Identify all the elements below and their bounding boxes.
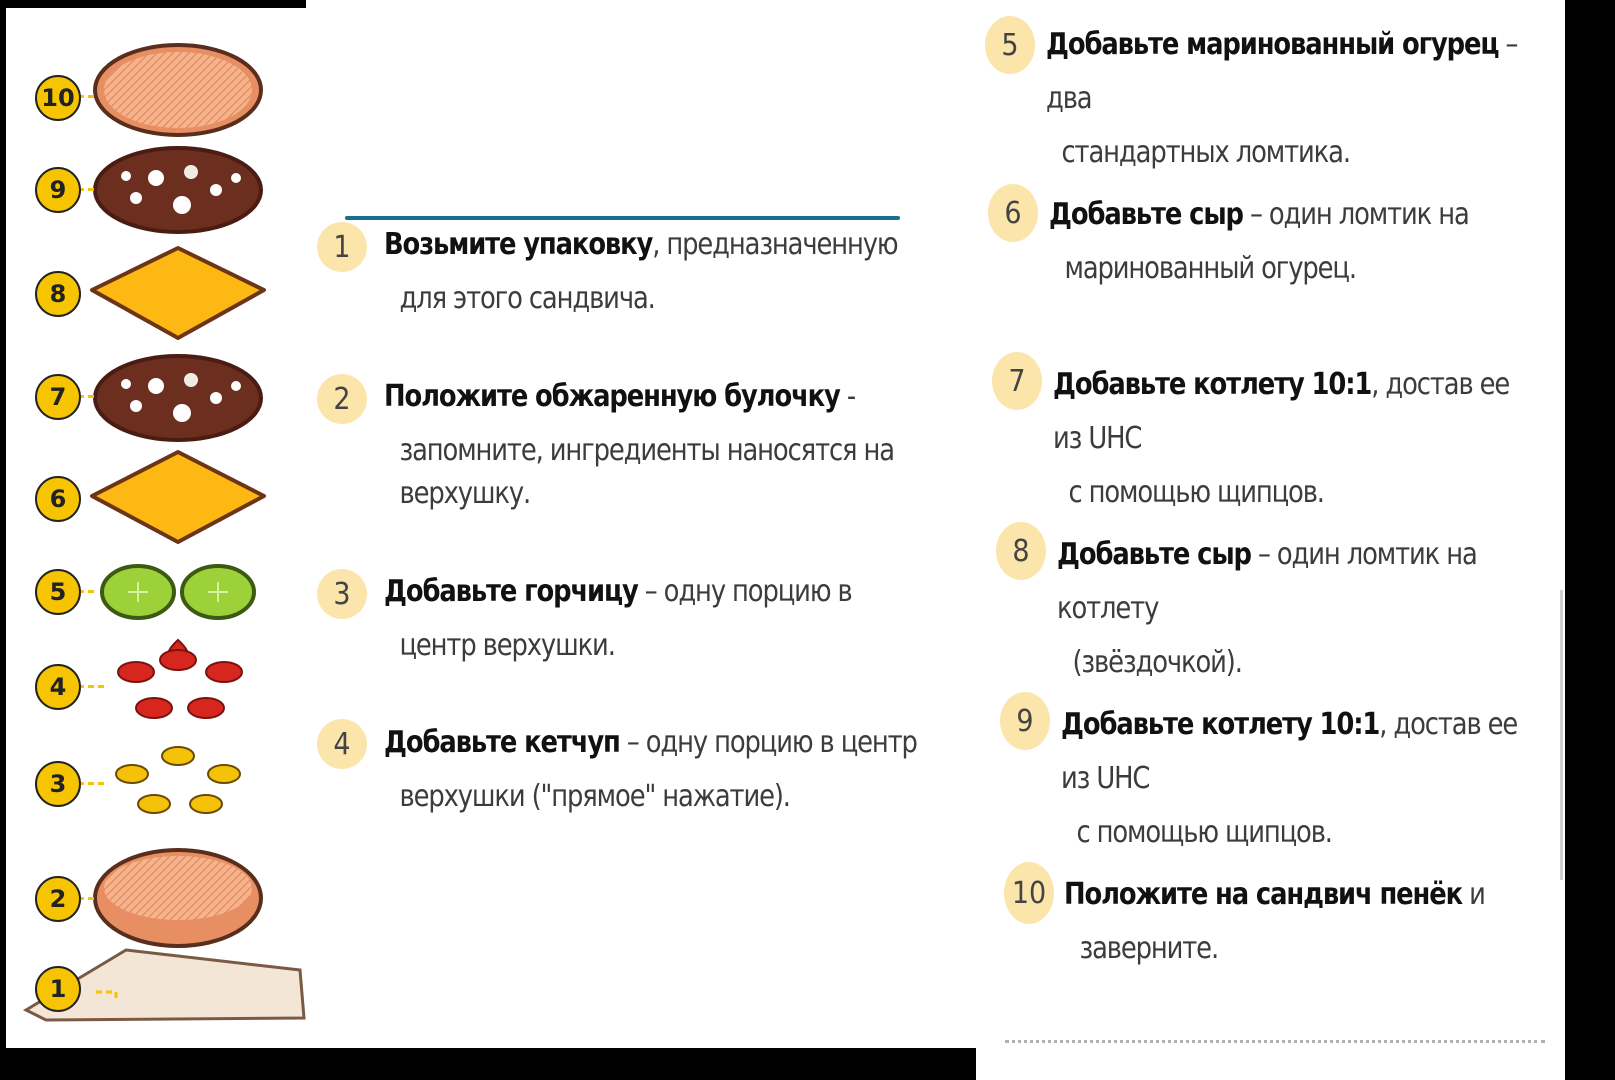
step-2-text-start: - xyxy=(839,379,856,414)
step-10-title: Положите на сандвич пенёк xyxy=(1064,877,1463,912)
step-2-title: Положите обжаренную булочку xyxy=(384,379,841,414)
layer-badge-3: 3 xyxy=(35,761,81,807)
step-1-text-start: , предназначенную xyxy=(652,227,898,262)
layer-badge-1: 1 xyxy=(35,966,81,1012)
step-9-title: Добавьте котлету 10:1 xyxy=(1061,707,1380,742)
patty-illustration-7 xyxy=(93,354,263,442)
dotted-divider xyxy=(1005,1040,1545,1043)
layer-badge-7: 7 xyxy=(35,374,81,420)
step-7-continuation: с помощью щипцов. xyxy=(1068,475,1325,510)
step-8-text: Добавьте сыр – один ломтик на котлету (з… xyxy=(1057,528,1537,690)
layer-badge-6: 6 xyxy=(35,476,81,522)
cheese-illustration-6 xyxy=(90,450,266,544)
step-5-text: Добавьте маринованный огурец – два станд… xyxy=(1046,18,1535,180)
cheese-illustration-8 xyxy=(90,246,266,340)
badge-connector xyxy=(78,685,104,688)
step-8-continuation: (звёздочкой). xyxy=(1072,645,1242,680)
ketchup-illustration xyxy=(117,638,243,719)
step-9-continuation: с помощью щипцов. xyxy=(1076,815,1333,850)
step-5-title: Добавьте маринованный огурец xyxy=(1046,27,1500,62)
step-number-2: 2 xyxy=(317,374,367,424)
layer-badge-5: 5 xyxy=(35,569,81,615)
mustard-illustration xyxy=(115,746,241,814)
step-number-3: 3 xyxy=(317,569,367,619)
step-number-10: 10 xyxy=(1004,862,1054,924)
step-10-text: Положите на сандвич пенёк и заверните. xyxy=(1064,868,1486,976)
step-number-7: 7 xyxy=(992,352,1042,410)
step-3-title: Добавьте горчицу xyxy=(384,574,639,609)
step-number-9: 9 xyxy=(1000,692,1050,750)
layer-badge-8: 8 xyxy=(35,271,81,317)
step-7-title: Добавьте котлету 10:1 xyxy=(1053,367,1372,402)
instruction-sheet: 10 9 8 7 6 5 4 3 2 1 1 Возьмите упаковку… xyxy=(0,0,1615,1080)
step-7-text: Добавьте котлету 10:1, достав ее из UHC … xyxy=(1053,358,1536,520)
step-4-text-start: – одну порцию в центр xyxy=(619,725,918,760)
step-5-continuation: стандартных ломтика. xyxy=(1061,135,1351,170)
step-10-text-start: и xyxy=(1462,877,1486,912)
step-2-continuation: запомните, ингредиенты наносятся на xyxy=(399,433,895,468)
step-2-text: Положите обжаренную булочку - запомните,… xyxy=(384,370,895,514)
step-6-text-start: – один ломтик на xyxy=(1242,197,1470,232)
step-4-title: Добавьте кетчуп xyxy=(384,725,621,760)
step-3-text: Добавьте горчицу – одну порцию в центр в… xyxy=(384,565,853,673)
step-6-text: Добавьте сыр – один ломтик на маринованн… xyxy=(1049,188,1470,296)
steps-left-panel xyxy=(306,0,976,1048)
step-1-text: Возьмите упаковку, предназначенную для э… xyxy=(384,218,899,326)
step-1-continuation: для этого сандвича. xyxy=(399,281,655,316)
step-2-continuation: верхушку. xyxy=(399,476,531,511)
step-8-title: Добавьте сыр xyxy=(1057,537,1252,572)
step-number-1: 1 xyxy=(317,222,367,272)
patty-illustration-9 xyxy=(93,146,263,234)
layer-badge-10: 10 xyxy=(35,75,81,121)
step-number-6: 6 xyxy=(988,184,1038,242)
step-9-text: Добавьте котлету 10:1, достав ее из UHC … xyxy=(1061,698,1537,860)
step-6-title: Добавьте сыр xyxy=(1049,197,1244,232)
step-3-continuation: центр верхушки. xyxy=(399,628,615,663)
pickles-illustration xyxy=(100,564,256,620)
step-3-text-start: – одну порцию в xyxy=(637,574,853,609)
layer-badge-9: 9 xyxy=(35,167,81,213)
layer-badge-4: 4 xyxy=(35,664,81,710)
step-number-5: 5 xyxy=(985,16,1035,74)
badge-connector xyxy=(78,782,104,785)
step-1-title: Возьмите упаковку xyxy=(384,227,653,262)
step-4-text: Добавьте кетчуп – одну порцию в центр ве… xyxy=(384,716,918,824)
step-number-4: 4 xyxy=(317,719,367,769)
layer-badge-2: 2 xyxy=(35,876,81,922)
step-number-8: 8 xyxy=(996,522,1046,580)
step-10-continuation: заверните. xyxy=(1079,931,1219,966)
step-6-continuation: маринованный огурец. xyxy=(1064,251,1357,286)
step-4-continuation: верхушки ("прямое" нажатие). xyxy=(399,779,791,814)
scrollbar[interactable] xyxy=(1560,590,1563,880)
